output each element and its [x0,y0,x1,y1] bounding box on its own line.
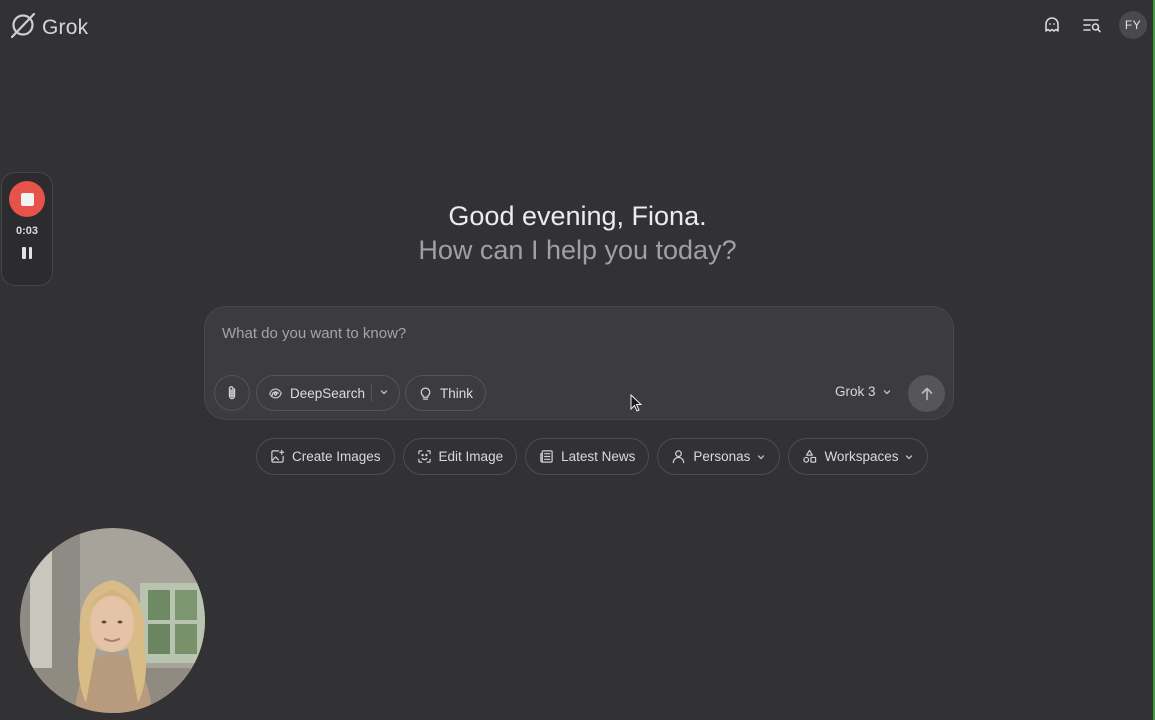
arrow-up-icon [921,387,932,400]
attach-button[interactable] [214,375,250,411]
quick-actions: Create Images Edit Image Latest News Per… [256,438,929,475]
personas-button[interactable]: Personas [657,438,781,475]
pill-divider [371,384,372,402]
chat-history-search-icon [1083,19,1101,33]
create-images-label: Create Images [292,449,381,464]
create-images-button[interactable]: Create Images [256,438,395,475]
history-search-button[interactable] [1079,12,1105,38]
deepsearch-label: DeepSearch [290,385,366,401]
header-actions: FY [1039,11,1147,39]
edit-image-label: Edit Image [438,449,504,464]
greeting-subtitle: How can I help you today? [418,235,737,265]
greeting: Good evening, Fiona. How can I help you … [0,199,1155,267]
latest-news-label: Latest News [561,449,636,464]
deepsearch-toggle[interactable]: DeepSearch [256,375,400,411]
shapes-icon [803,449,817,463]
personas-label: Personas [693,449,751,464]
model-selector[interactable]: Grok 3 [835,384,892,399]
deepsearch-options-button[interactable] [378,386,390,401]
person-icon [673,450,685,464]
private-chat-button[interactable] [1039,12,1065,38]
chevron-down-icon [758,454,765,459]
chevron-down-icon [380,390,388,395]
workspaces-label: Workspaces [824,449,899,464]
grok-logo-icon [8,10,38,45]
deepsearch-icon [269,387,282,399]
think-toggle[interactable]: Think [405,375,486,411]
paperclip-icon [228,386,236,400]
logo-text: Grok [42,15,89,39]
webcam-preview [20,528,205,713]
think-label: Think [440,385,474,401]
chat-composer: DeepSearch Think Grok 3 [204,306,954,420]
prompt-input[interactable] [222,325,922,342]
mouse-cursor-icon [630,394,642,412]
lightbulb-icon [420,387,431,400]
image-sparkle-icon [271,449,285,463]
edit-image-button[interactable]: Edit Image [402,438,518,475]
send-button[interactable] [908,375,945,412]
workspaces-button[interactable]: Workspaces [788,438,929,475]
user-avatar[interactable]: FY [1119,11,1147,39]
webcam-person-image [20,528,205,713]
edit-image-icon [417,450,431,463]
ghost-icon [1045,17,1059,32]
greeting-title: Good evening, Fiona. [448,201,707,231]
deepsearch-main[interactable]: DeepSearch [268,386,365,401]
chevron-down-icon [883,389,890,394]
latest-news-button[interactable]: Latest News [525,438,650,475]
grok-logo[interactable]: Grok [8,10,88,45]
grok-home-page: Grok FY 0:03 Good evening, Fiona. How ca… [0,0,1155,720]
model-label: Grok 3 [835,384,876,399]
newspaper-icon [540,450,553,463]
chevron-down-icon [906,454,913,459]
